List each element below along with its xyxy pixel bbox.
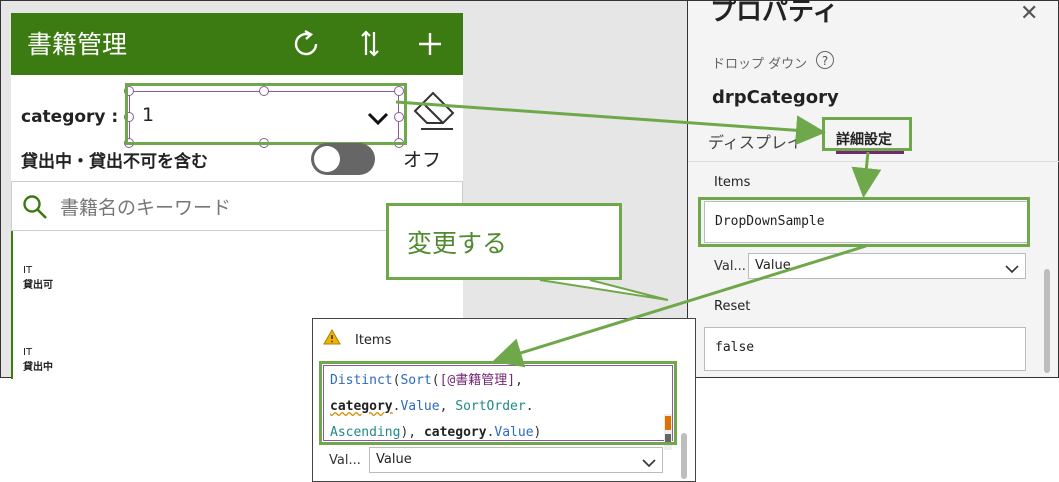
reset-label: Reset: [714, 299, 751, 314]
value-select-text: Value: [376, 452, 412, 467]
toggle-state: オフ: [403, 149, 442, 171]
value-select[interactable]: Value: [748, 253, 1026, 279]
eraser-icon[interactable]: [409, 85, 459, 135]
active-tab-indicator: [836, 151, 904, 154]
value-select[interactable]: Value: [369, 447, 663, 473]
dropdown-highlight: [125, 83, 407, 145]
formula-zoom-panel: Items Distinct(Sort([@書籍管理], category.Va…: [312, 318, 696, 482]
item-status: 貸出中: [23, 362, 53, 373]
close-icon[interactable]: ✕: [1020, 1, 1038, 26]
value-label: Val...: [714, 259, 746, 274]
add-icon[interactable]: [413, 27, 447, 61]
include-toggle[interactable]: [311, 143, 375, 175]
search-icon: [22, 194, 48, 220]
control-name: drpCategory: [712, 87, 839, 108]
category-row: category : 1: [11, 75, 463, 148]
chevron-down-icon: [642, 454, 656, 473]
items-highlight: [698, 197, 1030, 247]
control-type: ドロップ ダウン: [712, 57, 808, 72]
callout-text: 変更する: [407, 229, 508, 258]
formula-title: Items: [355, 333, 392, 348]
item-category: IT: [23, 265, 33, 276]
reset-value: false: [715, 340, 755, 355]
properties-panel: プロパティ ✕ ドロップ ダウン ? drpCategory ディスプレイ 詳細…: [688, 0, 1059, 378]
category-label: category :: [21, 107, 119, 127]
refresh-icon[interactable]: [289, 27, 323, 61]
sort-icon[interactable]: [353, 27, 387, 61]
items-label: Items: [714, 175, 751, 190]
callout-box: 変更する: [386, 203, 622, 280]
item-status: 貸出可: [23, 280, 53, 291]
toggle-row: 貸出中・貸出不可を含む オフ: [11, 143, 463, 183]
app-header: 書籍管理: [11, 13, 463, 75]
panel-title: プロパティ: [710, 0, 839, 27]
value-label: Val...: [329, 453, 361, 468]
list-item[interactable]: IT 貸出可: [23, 265, 53, 291]
list-item[interactable]: IT 貸出中: [23, 347, 53, 373]
value-select-text: Value: [755, 258, 791, 273]
warning-icon: [323, 328, 341, 345]
tab-display[interactable]: ディスプレイ: [708, 129, 803, 153]
toggle-knob: [314, 146, 340, 172]
tab-highlight: [822, 117, 912, 151]
reset-field[interactable]: false: [704, 327, 1026, 371]
toggle-label: 貸出中・貸出不可を含む: [21, 152, 208, 172]
app-title: 書籍管理: [27, 30, 128, 59]
scrollbar[interactable]: [1044, 269, 1050, 373]
help-icon[interactable]: ?: [816, 51, 834, 69]
formula-highlight: [319, 361, 677, 445]
scrollbar[interactable]: [681, 433, 687, 479]
divider: [688, 161, 1059, 162]
item-category: IT: [23, 347, 33, 358]
chevron-down-icon: [1005, 260, 1019, 279]
search-placeholder: 書籍名のキーワード: [60, 197, 232, 219]
